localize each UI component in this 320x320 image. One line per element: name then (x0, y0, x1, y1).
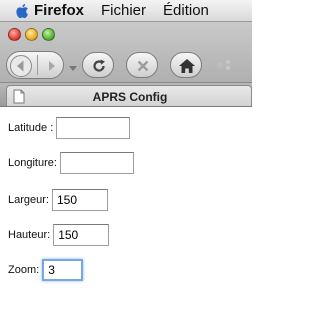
latitude-row: Latitude : (8, 117, 131, 139)
stop-icon (137, 60, 149, 72)
menu-app-name[interactable]: Firefox (34, 2, 84, 19)
width-label: Largeur: (8, 194, 49, 206)
height-label: Hauteur: (8, 229, 51, 241)
forward-button[interactable] (41, 54, 63, 78)
back-button[interactable] (9, 54, 33, 78)
width-row: Largeur: (8, 189, 108, 211)
page-content: Latitude : Longiture: Largeur: Hauteur: … (0, 107, 252, 320)
tab-title: APRS Config (92, 90, 168, 104)
zoom-label: Zoom: (8, 264, 40, 276)
longitude-row: Longiture: (8, 152, 134, 174)
close-window-button[interactable] (8, 28, 21, 41)
longitude-input[interactable] (59, 152, 134, 174)
tab-bar: APRS Config (0, 82, 252, 107)
navigation-toolbar (0, 48, 252, 82)
apple-logo-icon[interactable] (0, 0, 34, 22)
home-icon (179, 59, 195, 73)
menu-edition[interactable]: Édition (163, 2, 209, 19)
reload-button[interactable] (82, 52, 114, 78)
zoom-input[interactable] (42, 259, 84, 281)
back-arrow-icon (10, 55, 32, 77)
reload-icon (93, 59, 105, 72)
history-dropdown-icon[interactable] (67, 60, 79, 71)
browser-chrome: APRS Config (0, 22, 252, 107)
back-forward-buttons (6, 51, 64, 79)
menu-fichier[interactable]: Fichier (101, 2, 146, 19)
zoom-row: Zoom: (8, 259, 84, 281)
zoom-window-button[interactable] (42, 28, 55, 41)
forward-arrow-icon (49, 61, 55, 71)
width-input[interactable] (51, 189, 108, 211)
stop-button[interactable] (126, 52, 158, 78)
tab-aprs-config[interactable]: APRS Config (6, 85, 252, 107)
latitude-label: Latitude : (8, 122, 54, 134)
activity-indicator-icon (214, 56, 234, 74)
latitude-input[interactable] (56, 117, 131, 139)
window-controls (8, 28, 55, 41)
longitude-label: Longiture: (8, 157, 57, 169)
mac-menu-bar: Firefox Fichier Édition (0, 0, 252, 22)
height-row: Hauteur: (8, 224, 110, 246)
nav-divider (37, 55, 38, 75)
minimize-window-button[interactable] (25, 28, 38, 41)
home-button[interactable] (170, 52, 202, 78)
height-input[interactable] (53, 224, 110, 246)
